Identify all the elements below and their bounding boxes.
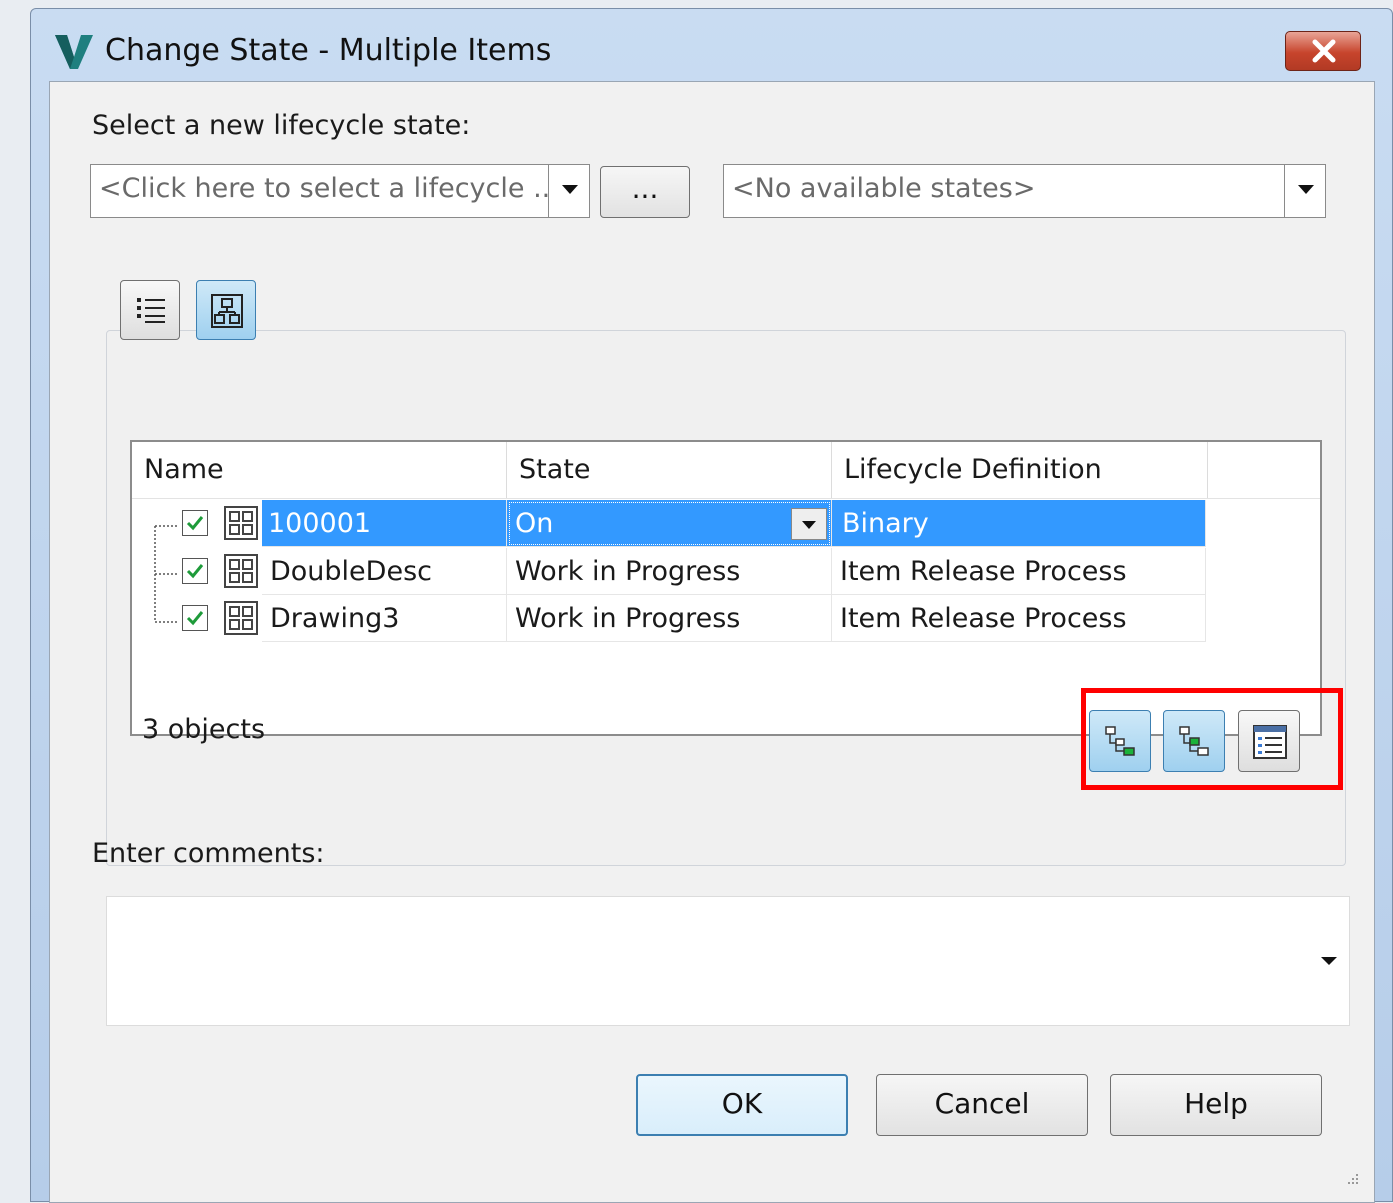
item-icon bbox=[224, 506, 258, 540]
close-button[interactable] bbox=[1285, 31, 1361, 71]
column-header-state[interactable]: State bbox=[507, 442, 832, 498]
cell-lifecycle: Binary bbox=[832, 500, 1206, 547]
title-bar[interactable]: Change State - Multiple Items bbox=[31, 9, 1392, 87]
comments-input[interactable] bbox=[106, 896, 1350, 1026]
table-row[interactable]: DoubleDesc Work in Progress Item Release… bbox=[132, 548, 1206, 595]
cell-name: 100001 bbox=[262, 500, 507, 547]
cell-state[interactable]: On bbox=[507, 500, 832, 547]
table-row[interactable]: Drawing3 Work in Progress Item Release P… bbox=[132, 595, 1206, 642]
cell-name: DoubleDesc bbox=[262, 548, 507, 595]
lifecycle-select[interactable]: <Click here to select a lifecycle ... bbox=[90, 164, 590, 218]
column-header-lifecycle[interactable]: Lifecycle Definition bbox=[832, 442, 1208, 498]
collapse-button[interactable] bbox=[1163, 710, 1225, 772]
chevron-down-icon bbox=[802, 521, 816, 529]
state-select[interactable]: <No available states> bbox=[723, 164, 1326, 218]
tree-view-button[interactable] bbox=[196, 280, 256, 340]
grid-header: Name State Lifecycle Definition bbox=[132, 442, 1320, 499]
object-count: 3 objects bbox=[142, 714, 266, 745]
checkmark-icon bbox=[186, 611, 204, 626]
cell-lifecycle: Item Release Process bbox=[832, 595, 1206, 642]
item-icon bbox=[224, 601, 258, 635]
column-header-name[interactable]: Name bbox=[132, 442, 507, 498]
lifecycle-prompt: Select a new lifecycle state: bbox=[92, 110, 471, 141]
row-checkbox[interactable] bbox=[182, 510, 208, 536]
cell-lifecycle: Item Release Process bbox=[832, 548, 1206, 595]
dialog-window: Change State - Multiple Items Select a n… bbox=[30, 8, 1393, 1203]
resize-grip-icon[interactable] bbox=[1344, 1172, 1360, 1188]
checkmark-icon bbox=[186, 516, 204, 531]
cancel-button[interactable]: Cancel bbox=[876, 1074, 1088, 1136]
cell-state[interactable]: Work in Progress bbox=[507, 548, 832, 595]
table-row[interactable]: 100001 On Binary bbox=[132, 500, 1206, 547]
collapse-icon bbox=[1179, 726, 1209, 756]
details-pane-button[interactable] bbox=[1238, 710, 1300, 772]
row-checkbox[interactable] bbox=[182, 605, 208, 631]
comments-label: Enter comments: bbox=[92, 838, 325, 869]
help-button[interactable]: Help bbox=[1110, 1074, 1322, 1136]
chevron-down-icon[interactable] bbox=[1321, 957, 1337, 965]
close-icon bbox=[1312, 39, 1336, 63]
chevron-down-icon[interactable] bbox=[1284, 165, 1325, 217]
cell-state-value: On bbox=[515, 508, 554, 539]
state-dropdown-button[interactable] bbox=[791, 508, 827, 540]
lifecycle-select-value: <Click here to select a lifecycle ... bbox=[99, 173, 559, 204]
cell-state[interactable]: Work in Progress bbox=[507, 595, 832, 642]
ok-button[interactable]: OK bbox=[636, 1074, 848, 1136]
list-view-icon bbox=[137, 298, 165, 323]
row-checkbox[interactable] bbox=[182, 558, 208, 584]
tree-view-icon bbox=[211, 294, 243, 328]
details-pane-icon bbox=[1253, 725, 1287, 759]
cell-name: Drawing3 bbox=[262, 595, 507, 642]
expand-all-icon bbox=[1105, 726, 1135, 756]
expand-all-button[interactable] bbox=[1089, 710, 1151, 772]
vault-logo-icon bbox=[55, 35, 93, 69]
checkmark-icon bbox=[186, 564, 204, 579]
window-title: Change State - Multiple Items bbox=[105, 33, 552, 68]
item-icon bbox=[224, 554, 258, 588]
list-view-button[interactable] bbox=[120, 280, 180, 340]
dialog-client-area: Select a new lifecycle state: <Click her… bbox=[49, 81, 1375, 1203]
chevron-down-icon[interactable] bbox=[548, 165, 589, 217]
state-select-value: <No available states> bbox=[732, 173, 1036, 204]
browse-lifecycle-button[interactable]: ... bbox=[600, 166, 690, 218]
